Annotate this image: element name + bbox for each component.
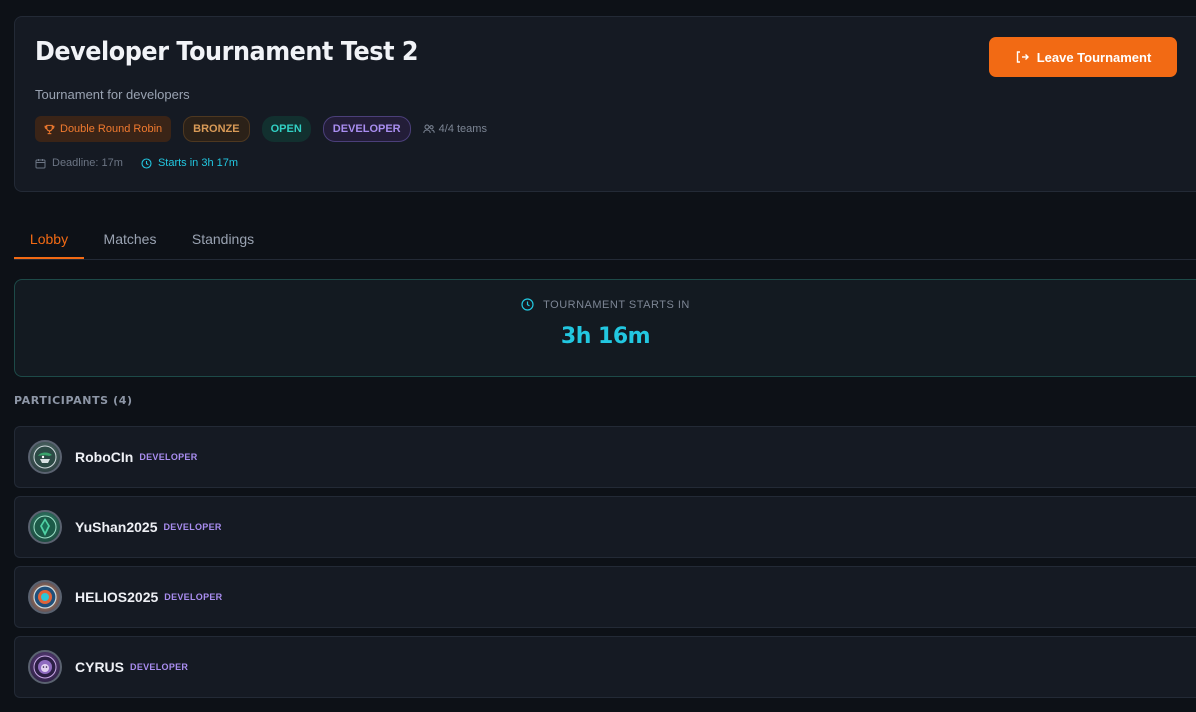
tab-bar: Lobby Matches Standings	[14, 220, 1196, 260]
tier-badge: BRONZE	[183, 116, 250, 142]
users-icon	[422, 124, 435, 134]
participant-row[interactable]: CYRUS DEVELOPER	[14, 636, 1196, 698]
calendar-icon	[35, 158, 46, 168]
participant-row[interactable]: RoboCIn DEVELOPER	[14, 426, 1196, 488]
participant-role-badge: DEVELOPER	[130, 662, 189, 672]
category-badge: DEVELOPER	[322, 116, 411, 142]
participants-heading: PARTICIPANTS (4)	[14, 394, 133, 407]
countdown-label: TOURNAMENT STARTS IN	[543, 298, 690, 311]
status-badge: OPEN	[261, 116, 311, 142]
participant-name: HELIOS2025	[75, 589, 159, 605]
trophy-icon	[44, 124, 55, 134]
participant-role-badge: DEVELOPER	[164, 592, 223, 602]
sun-orb-icon	[28, 580, 62, 614]
start-info: Starts in 3h 17m	[141, 157, 238, 169]
robot-team-icon	[28, 440, 62, 474]
start-label: Starts in 3h 17m	[157, 157, 239, 169]
teams-count-label: 4/4 teams	[438, 123, 487, 135]
countdown-value: 3h 16m	[560, 324, 651, 349]
participant-name: RoboCIn	[75, 449, 134, 465]
participant-row[interactable]: YuShan2025 DEVELOPER	[14, 496, 1196, 558]
participant-role-badge: DEVELOPER	[163, 522, 222, 532]
emerald-crest-icon	[28, 510, 62, 544]
tab-standings[interactable]: Standings	[186, 220, 260, 258]
schedule-meta: Deadline: 17m Starts in 3h 17m	[35, 157, 238, 169]
countdown-heading: TOURNAMENT STARTS IN	[15, 298, 1196, 311]
tab-lobby[interactable]: Lobby	[14, 220, 84, 259]
participant-row[interactable]: HELIOS2025 DEVELOPER	[14, 566, 1196, 628]
leave-tournament-button[interactable]: Leave Tournament	[989, 37, 1177, 77]
tab-matches[interactable]: Matches	[96, 220, 164, 258]
format-badge: Double Round Robin	[35, 116, 172, 142]
participant-name: CYRUS	[75, 659, 125, 675]
page-subtitle: Tournament for developers	[35, 87, 190, 102]
clock-icon	[141, 157, 152, 169]
clock-icon	[521, 298, 534, 311]
participant-role-badge: DEVELOPER	[139, 452, 198, 462]
lion-crest-icon	[28, 650, 62, 684]
exit-icon	[1016, 51, 1029, 63]
tournament-tags: Double Round Robin BRONZE OPEN DEVELOPER…	[35, 116, 487, 142]
tournament-header-card: Developer Tournament Test 2 Tournament f…	[14, 16, 1196, 192]
teams-count: 4/4 teams	[422, 123, 487, 135]
page-title: Developer Tournament Test 2	[35, 37, 419, 67]
countdown-panel: TOURNAMENT STARTS IN 3h 16m	[14, 279, 1196, 377]
leave-tournament-label: Leave Tournament	[1036, 49, 1152, 65]
format-label: Double Round Robin	[60, 123, 163, 135]
participant-name: YuShan2025	[75, 519, 158, 535]
deadline-label: Deadline: 17m	[52, 157, 123, 169]
deadline-info: Deadline: 17m	[35, 157, 123, 169]
